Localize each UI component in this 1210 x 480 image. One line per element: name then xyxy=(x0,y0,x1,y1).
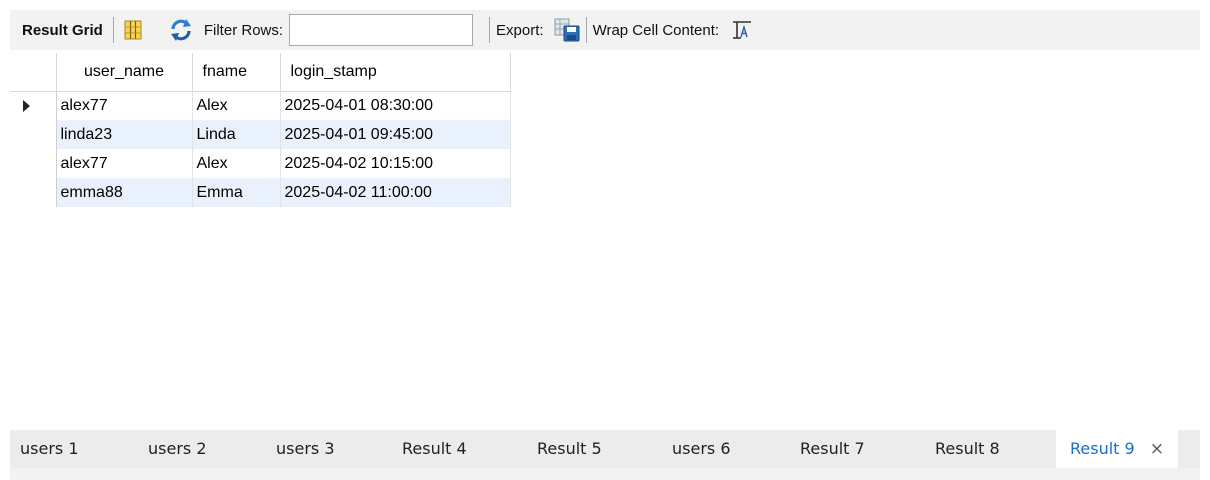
tab-result-9-label: Result 9 xyxy=(1070,439,1135,458)
toolbar-divider xyxy=(585,17,587,43)
result-grid: user_name fname login_stamp alex77 Alex … xyxy=(10,53,511,207)
tab-result-9[interactable]: Result 9 × xyxy=(1056,430,1179,468)
cell-user-name[interactable]: alex77 xyxy=(56,149,193,178)
cell-fname[interactable]: Alex xyxy=(192,91,281,120)
tab-users-2[interactable]: users 2 xyxy=(148,430,207,468)
grid-columns-icon[interactable] xyxy=(120,17,146,43)
tab-users-3[interactable]: users 3 xyxy=(276,430,335,468)
row-indicator xyxy=(10,178,57,207)
cell-fname[interactable]: Alex xyxy=(192,149,281,178)
result-panel: Result Grid Filter Rows: Export: Wrap Ce… xyxy=(0,0,1210,480)
row-indicator xyxy=(10,149,57,178)
result-grid-label: Result Grid xyxy=(22,21,103,39)
wrap-text-icon[interactable] xyxy=(729,17,755,43)
table-row[interactable]: linda23 Linda 2025-04-01 09:45:00 xyxy=(10,120,511,149)
grid-header-row: user_name fname login_stamp xyxy=(10,53,511,92)
tab-result-5[interactable]: Result 5 xyxy=(537,430,602,468)
tab-users-1[interactable]: users 1 xyxy=(20,430,79,468)
column-header-fname[interactable]: fname xyxy=(192,53,281,92)
cell-login-stamp[interactable]: 2025-04-02 11:00:00 xyxy=(280,178,511,207)
table-row[interactable]: alex77 Alex 2025-04-01 08:30:00 xyxy=(10,91,511,120)
cell-login-stamp[interactable]: 2025-04-01 08:30:00 xyxy=(280,91,511,120)
tab-result-8[interactable]: Result 8 xyxy=(935,430,1000,468)
toolbar-divider xyxy=(489,17,491,43)
result-toolbar: Result Grid Filter Rows: Export: Wrap Ce… xyxy=(10,10,1200,50)
refresh-icon[interactable] xyxy=(168,17,194,43)
filter-rows-input[interactable] xyxy=(289,14,474,46)
cell-user-name[interactable]: emma88 xyxy=(56,178,193,207)
cell-login-stamp[interactable]: 2025-04-01 09:45:00 xyxy=(280,120,511,149)
cell-login-stamp[interactable]: 2025-04-02 10:15:00 xyxy=(280,149,511,178)
cell-user-name[interactable]: linda23 xyxy=(56,120,193,149)
filter-rows-label: Filter Rows: xyxy=(203,21,284,39)
table-row[interactable]: emma88 Emma 2025-04-02 11:00:00 xyxy=(10,178,511,207)
current-row-indicator xyxy=(10,91,57,120)
export-label: Export: xyxy=(496,21,544,39)
status-strip xyxy=(10,468,1200,480)
wrap-cell-content-label: Wrap Cell Content: xyxy=(592,21,720,39)
cell-fname[interactable]: Linda xyxy=(192,120,281,149)
column-header-login-stamp[interactable]: login_stamp xyxy=(280,53,511,92)
toolbar-divider xyxy=(112,17,114,43)
row-indicator xyxy=(10,120,57,149)
tab-users-6[interactable]: users 6 xyxy=(672,430,731,468)
tab-result-7[interactable]: Result 7 xyxy=(800,430,865,468)
current-row-arrow-icon xyxy=(23,99,30,112)
table-row[interactable]: alex77 Alex 2025-04-02 10:15:00 xyxy=(10,149,511,178)
cell-fname[interactable]: Emma xyxy=(192,178,281,207)
close-icon[interactable]: × xyxy=(1150,439,1164,459)
row-indicator-header xyxy=(10,53,57,92)
export-icon[interactable] xyxy=(554,17,580,43)
tab-result-4[interactable]: Result 4 xyxy=(402,430,467,468)
result-tabs: users 1 users 2 users 3 Result 4 Result … xyxy=(10,430,1200,468)
cell-user-name[interactable]: alex77 xyxy=(56,91,193,120)
column-header-user-name[interactable]: user_name xyxy=(56,53,193,92)
